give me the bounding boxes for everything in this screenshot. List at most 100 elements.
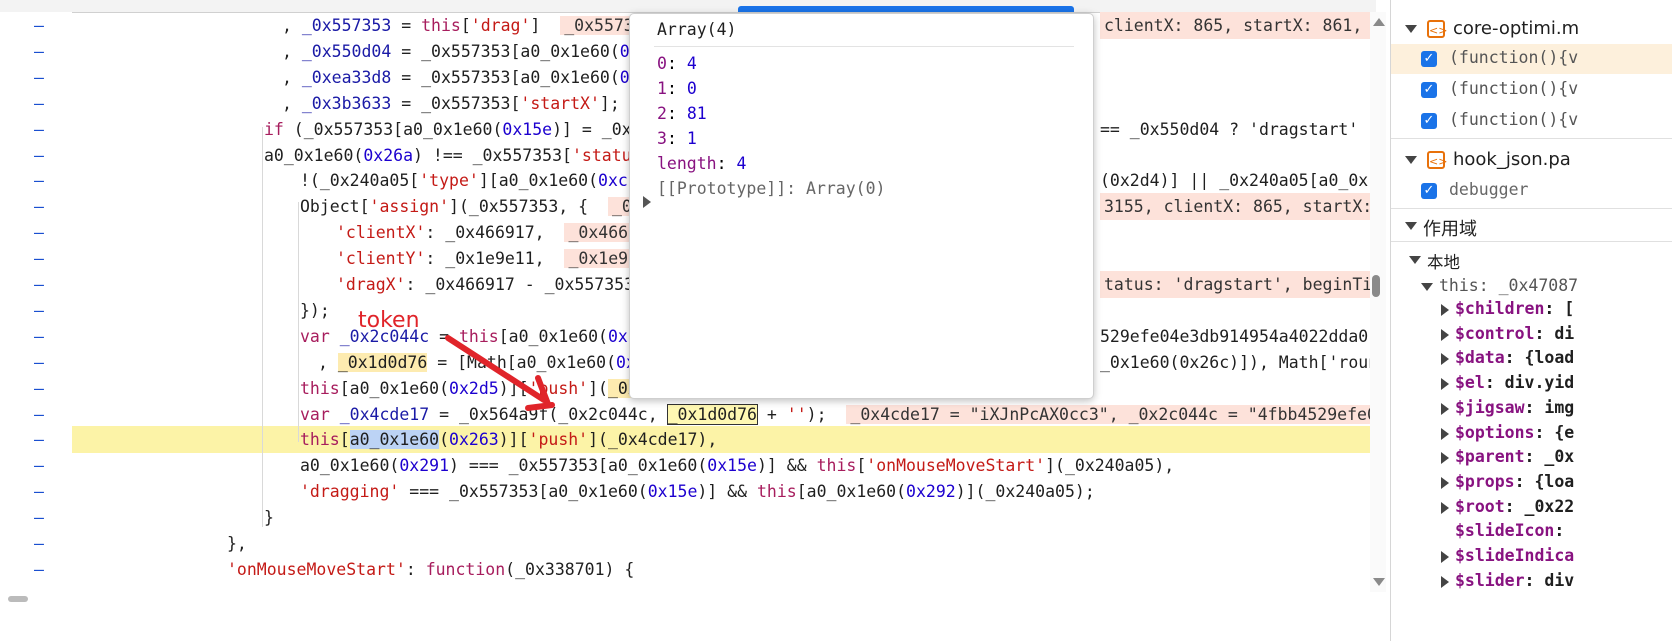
scope-property[interactable]: $slider: div [1391, 569, 1672, 594]
expand-icon[interactable] [1441, 551, 1449, 563]
expand-icon[interactable] [1441, 575, 1449, 588]
collapse-icon[interactable] [1421, 283, 1433, 291]
line-marker[interactable]: – [34, 38, 44, 65]
line-marker[interactable]: – [34, 426, 44, 453]
code-token: function [425, 559, 506, 579]
scope-property[interactable]: $jigsaw: img [1391, 396, 1672, 421]
code-token: + [756, 404, 787, 424]
this-label: this: _0x47087 [1439, 276, 1579, 295]
line-marker[interactable]: – [34, 478, 44, 505]
line-marker[interactable]: – [34, 452, 44, 479]
line-marker[interactable]: – [34, 167, 44, 194]
line-marker[interactable]: – [34, 142, 44, 169]
expand-icon[interactable] [1441, 501, 1449, 514]
expand-icon[interactable] [1441, 328, 1449, 341]
scope-property[interactable]: $options: {e [1391, 421, 1672, 446]
breakpoint-item-3[interactable]: ✓ (function(){v [1391, 106, 1672, 136]
line-marker[interactable]: – [34, 556, 44, 583]
expand-icon[interactable] [1441, 353, 1449, 366]
scope-property[interactable]: $root: _0x22 [1391, 495, 1672, 520]
sidebar-scroll-thumb[interactable] [1372, 275, 1380, 297]
code-line[interactable]: – 'onMouseMoveStart': function(_0x338701)… [0, 556, 1376, 583]
scope-property[interactable]: $slideIndica [1391, 544, 1672, 569]
scroll-thumb[interactable] [8, 596, 28, 602]
popover-prototype-row[interactable]: [[Prototype]]: Array(0) [657, 179, 885, 198]
checkbox-checked-icon[interactable]: ✓ [1421, 113, 1437, 129]
checkbox-checked-icon[interactable]: ✓ [1421, 183, 1437, 199]
scroll-down-icon[interactable] [1373, 578, 1385, 586]
expand-icon[interactable] [1441, 378, 1449, 391]
line-marker[interactable]: – [34, 12, 44, 39]
expand-icon[interactable] [1441, 402, 1449, 415]
scope-property[interactable]: $data: {load [1391, 346, 1672, 371]
expand-prototype-icon[interactable] [643, 196, 651, 208]
checkbox-checked-icon[interactable]: ✓ [1421, 51, 1437, 67]
collapse-icon[interactable] [1409, 256, 1421, 264]
line-marker[interactable]: – [34, 116, 44, 143]
scope-property[interactable]: $slideIcon: [1391, 519, 1672, 544]
scroll-up-icon[interactable] [1373, 18, 1385, 26]
editor-vertical-scrollbar[interactable] [1370, 12, 1386, 592]
line-marker[interactable]: – [34, 90, 44, 117]
code-line[interactable]: –}, [0, 530, 1376, 557]
line-marker[interactable]: – [34, 297, 44, 324]
checkbox-checked-icon[interactable]: ✓ [1421, 82, 1437, 98]
code-token: : _0x1e9e11, [425, 249, 565, 269]
scope-property[interactable]: $el: div.yid [1391, 371, 1672, 396]
code-text: !(_0x240a05['type'][a0_0x1e60(0xc)] [300, 167, 648, 194]
line-marker[interactable]: – [34, 375, 44, 402]
array-value: 4 [686, 54, 697, 73]
breakpoint-file-row-2[interactable]: <> hook_json.pa [1391, 145, 1672, 175]
line-marker[interactable]: – [34, 193, 44, 220]
collapse-icon[interactable] [1405, 25, 1417, 33]
property-name: $el: div.yid [1455, 373, 1575, 393]
collapse-icon[interactable] [1405, 222, 1417, 230]
breakpoint-item-2[interactable]: ✓ (function(){v [1391, 75, 1672, 105]
code-line[interactable]: – var _0x4cde17 = _0x564a9f(_0x2c044c, _0… [0, 401, 1376, 428]
line-marker[interactable]: – [34, 245, 44, 272]
local-scope-row[interactable]: 本地 [1391, 245, 1672, 275]
property-name: $data: {load [1455, 348, 1575, 368]
collapse-icon[interactable] [1405, 156, 1417, 164]
editor-horizontal-scrollbar[interactable] [0, 593, 1388, 641]
scope-property[interactable]: $control: di [1391, 322, 1672, 347]
expand-icon[interactable] [1441, 452, 1449, 465]
breakpoint-code: debugger [1449, 180, 1529, 199]
line-marker[interactable]: – [34, 401, 44, 428]
code-text: }); [300, 297, 330, 324]
code-token: Object[ [300, 197, 370, 217]
property-value: : _0x22 [1504, 496, 1575, 516]
code-line[interactable]: – a0_0x1e60(0x291) === _0x557353[a0_0x1e6… [0, 452, 1376, 479]
breakpoint-item-1[interactable]: ✓ (function(){v [1391, 44, 1672, 74]
scope-section-header[interactable]: 作用域 [1391, 211, 1672, 241]
property-value: : [1554, 521, 1565, 541]
breakpoint-file-row-1[interactable]: <> core-optimi.m [1391, 14, 1672, 44]
current-execution-line[interactable]: – this[a0_0x1e60(0x263)]['push'](_0x4cde1… [34, 426, 1376, 454]
line-marker[interactable]: – [34, 349, 44, 376]
expand-icon[interactable] [1441, 476, 1449, 489]
code-token: = _0x557353[a0_0x1e60( [391, 67, 620, 87]
code-line[interactable]: – 'dragging' === _0x557353[a0_0x1e60(0x15… [0, 478, 1376, 505]
code-token: ) !== _0x557353[ [413, 145, 572, 165]
breakpoint-item-debugger[interactable]: ✓ debugger [1391, 176, 1672, 206]
code-line[interactable]: –} [0, 504, 1376, 531]
expand-icon[interactable] [1441, 427, 1449, 440]
scope-property[interactable]: $parent: _0x [1391, 445, 1672, 470]
scope-property[interactable]: $props: {loa [1391, 470, 1672, 495]
code-text: 'dragging' === _0x557353[a0_0x1e60(0x15e… [300, 478, 1095, 505]
line-marker[interactable]: – [34, 64, 44, 91]
line-marker[interactable]: – [34, 219, 44, 246]
line-marker[interactable]: – [34, 323, 44, 350]
code-token: 0x292 [906, 482, 956, 502]
code-token: '' [786, 404, 807, 424]
indent-guide [298, 202, 299, 442]
code-token: , [282, 67, 302, 87]
expand-icon[interactable] [1441, 304, 1449, 316]
line-marker[interactable]: – [34, 530, 44, 557]
scope-property[interactable]: $children: [ [1391, 297, 1672, 322]
property-value: : {e [1534, 422, 1575, 442]
annotation-arrow [445, 335, 555, 411]
code-token: [ [460, 16, 471, 35]
line-marker[interactable]: – [34, 271, 44, 298]
line-marker[interactable]: – [34, 504, 44, 531]
